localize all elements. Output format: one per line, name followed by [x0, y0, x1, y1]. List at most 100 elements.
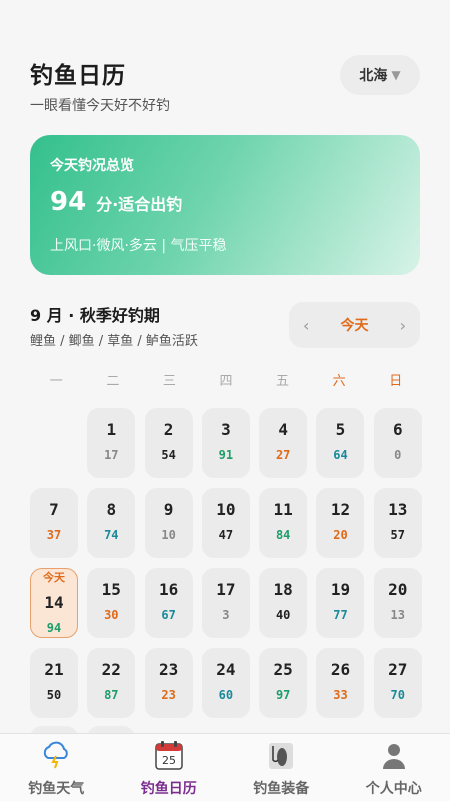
day-number: 24 — [202, 660, 250, 679]
prev-month-button[interactable]: ‹ — [303, 316, 309, 335]
day-score: 33 — [316, 688, 364, 702]
day-cell[interactable]: 9 10 — [145, 488, 193, 558]
page-subtitle: 一眼看懂今天好不好钓 — [30, 95, 170, 115]
weekday-label: 六 — [311, 370, 368, 389]
day-cell[interactable]: 2013 — [374, 568, 422, 638]
day-cell[interactable]: 13 57 — [374, 488, 422, 558]
day-cell[interactable]: 22 87 — [87, 648, 135, 718]
day-number: 9 — [145, 500, 193, 519]
fishing-gear-icon — [264, 738, 298, 772]
tab-calendar[interactable]: 25 钓鱼日历 — [113, 734, 226, 801]
weekday-label: 四 — [198, 370, 255, 389]
day-score: 54 — [145, 448, 193, 462]
tab-label: 钓鱼日历 — [113, 778, 226, 798]
day-number: 1 — [87, 420, 135, 439]
day-cell[interactable]: 391 — [202, 408, 250, 478]
next-month-button[interactable]: › — [400, 316, 406, 335]
day-score: 74 — [87, 528, 135, 542]
day-score: 64 — [316, 448, 364, 462]
weekday-header: 一 二 三 四 五 六 日 — [28, 370, 424, 389]
day-number: 6 — [374, 420, 422, 439]
day-score: 97 — [259, 688, 307, 702]
day-number: 2 — [145, 420, 193, 439]
day-score: 57 — [374, 528, 422, 542]
day-number: 25 — [259, 660, 307, 679]
day-cell[interactable]: 1047 — [202, 488, 250, 558]
day-score: 77 — [316, 608, 364, 622]
calendar-grid: 1172543914275646073787491010471184122013… — [30, 408, 420, 718]
day-cell[interactable]: 1530 — [87, 568, 135, 638]
day-cell[interactable]: 5 64 — [316, 408, 364, 478]
day-score: 87 — [87, 688, 135, 702]
day-number: 19 — [316, 580, 364, 599]
day-cell[interactable]: 1977 — [316, 568, 364, 638]
day-score: 30 — [87, 608, 135, 622]
day-number: 8 — [87, 500, 135, 519]
day-cell[interactable]: 11 84 — [259, 488, 307, 558]
day-number: 17 — [202, 580, 250, 599]
day-number: 11 — [259, 500, 307, 519]
tab-weather[interactable]: 钓鱼天气 — [0, 734, 113, 801]
day-number: 21 — [30, 660, 78, 679]
city-label: 北海 — [359, 65, 387, 85]
month-title: 9 月 · 秋季好钓期 — [30, 302, 160, 326]
day-score: 17 — [87, 448, 135, 462]
day-score: 13 — [374, 608, 422, 622]
day-cell[interactable]: 2460 — [202, 648, 250, 718]
weekday-label: 日 — [367, 370, 424, 389]
weekday-label: 二 — [85, 370, 142, 389]
day-cell[interactable]: 1 17 — [87, 408, 135, 478]
tab-label: 个人中心 — [338, 778, 450, 798]
day-number: 22 — [87, 660, 135, 679]
day-cell[interactable]: 26 33 — [316, 648, 364, 718]
tab-profile[interactable]: 个人中心 — [338, 734, 450, 801]
day-number: 10 — [202, 500, 250, 519]
day-number: 13 — [374, 500, 422, 519]
today-summary-card: 今天钓况总览 94 分·适合出钓 上风口·微风·多云 | 气压平稳 — [30, 135, 420, 275]
score-value: 94 — [50, 187, 86, 217]
day-score: 84 — [259, 528, 307, 542]
day-number: 27 — [374, 660, 422, 679]
day-number: 18 — [259, 580, 307, 599]
day-cell-today[interactable]: 今天1494 — [30, 568, 78, 638]
day-cell[interactable]: 2 54 — [145, 408, 193, 478]
bottom-tab-bar: 钓鱼天气 25 钓鱼日历 钓鱼装备 个人中心 — [0, 733, 450, 801]
calendar-icon: 25 — [152, 738, 186, 772]
day-score: 40 — [259, 608, 307, 622]
card-description: 上风口·微风·多云 | 气压平稳 — [50, 235, 227, 255]
day-score: 10 — [145, 528, 193, 542]
day-number: 7 — [30, 500, 78, 519]
day-cell[interactable]: 2323 — [145, 648, 193, 718]
day-number: 5 — [316, 420, 364, 439]
day-score: 20 — [316, 528, 364, 542]
day-cell[interactable]: 17 3 — [202, 568, 250, 638]
weekday-label: 五 — [254, 370, 311, 389]
month-nav: ‹ 今天 › — [289, 302, 420, 348]
day-cell[interactable]: 1220 — [316, 488, 364, 558]
day-cell[interactable]: 60 — [374, 408, 422, 478]
day-score: 50 — [30, 688, 78, 702]
card-title: 今天钓况总览 — [50, 155, 134, 175]
day-cell[interactable]: 21 50 — [30, 648, 78, 718]
day-cell[interactable]: 1840 — [259, 568, 307, 638]
day-score: 91 — [202, 448, 250, 462]
tab-gear[interactable]: 钓鱼装备 — [225, 734, 338, 801]
day-score: 23 — [145, 688, 193, 702]
weekday-label: 三 — [141, 370, 198, 389]
chevron-down-icon: ▼ — [391, 68, 400, 82]
day-number: 4 — [259, 420, 307, 439]
score-text: 分·适合出钓 — [96, 191, 182, 215]
day-cell[interactable]: 4 27 — [259, 408, 307, 478]
day-score: 27 — [259, 448, 307, 462]
day-number: 26 — [316, 660, 364, 679]
day-cell[interactable]: 25 97 — [259, 648, 307, 718]
day-number: 15 — [87, 580, 135, 599]
day-cell[interactable]: 1667 — [145, 568, 193, 638]
today-button[interactable]: 今天 — [341, 315, 369, 335]
day-cell[interactable]: 8 74 — [87, 488, 135, 558]
day-cell[interactable]: 737 — [30, 488, 78, 558]
day-cell[interactable]: 2770 — [374, 648, 422, 718]
day-score: 3 — [202, 608, 250, 622]
city-selector[interactable]: 北海 ▼ — [340, 55, 420, 95]
tab-label: 钓鱼装备 — [225, 778, 338, 798]
